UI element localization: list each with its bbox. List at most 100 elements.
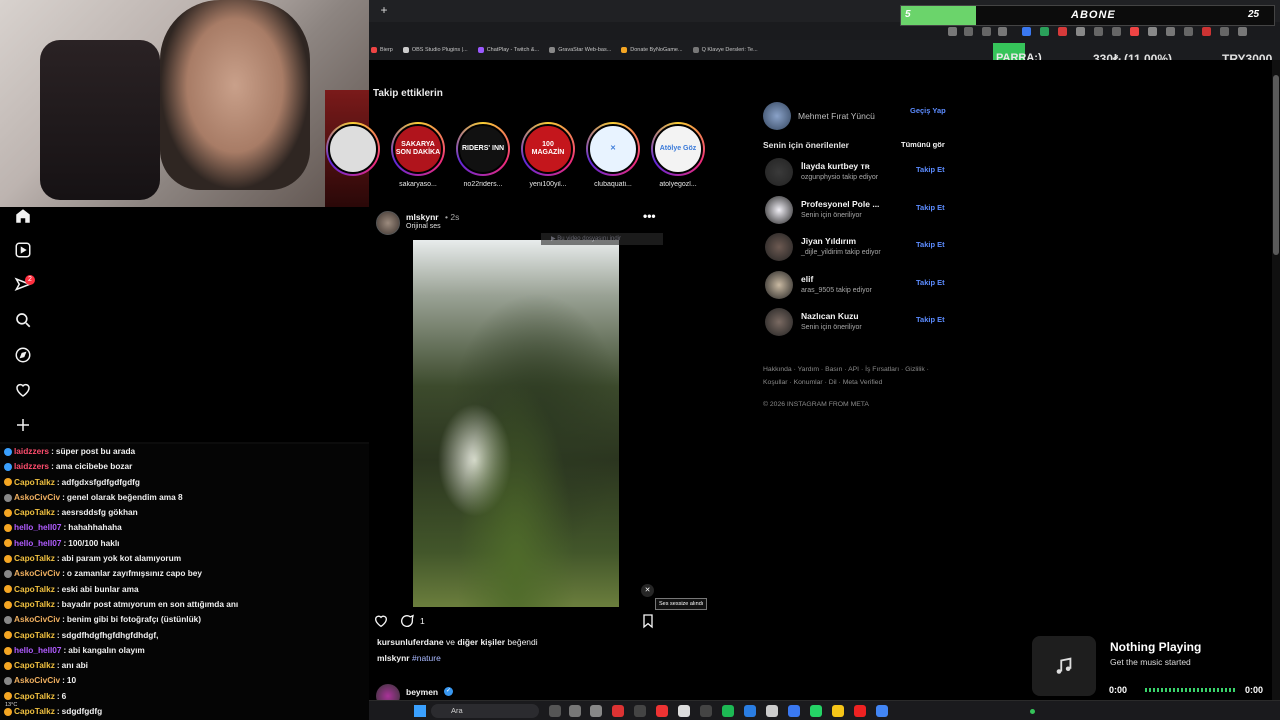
chat-username[interactable]: CapoTalkz bbox=[14, 597, 55, 612]
story-item[interactable] bbox=[323, 122, 383, 181]
chat-username[interactable]: CapoTalkz bbox=[14, 658, 55, 673]
caption-username[interactable]: mlskynr bbox=[377, 653, 410, 663]
chat-username[interactable]: hello_hell07 bbox=[14, 520, 62, 535]
app-icon[interactable] bbox=[678, 705, 690, 717]
suggestion-name[interactable]: Jiyan Yıldırım bbox=[801, 236, 856, 246]
windows-start-icon[interactable] bbox=[414, 705, 426, 717]
chat-username[interactable]: CapoTalkz bbox=[14, 582, 55, 597]
comment-icon[interactable] bbox=[399, 613, 415, 629]
chat-username[interactable]: CapoTalkz bbox=[14, 475, 55, 490]
post-avatar[interactable] bbox=[376, 211, 400, 235]
extension-icon[interactable] bbox=[1130, 27, 1139, 36]
footer-links[interactable]: Hakkında · Yardım · Basın · API · İş Fır… bbox=[763, 364, 943, 389]
extension-icon[interactable] bbox=[1040, 27, 1049, 36]
spotify-icon[interactable] bbox=[722, 705, 734, 717]
next-post-username[interactable]: beymen bbox=[406, 687, 438, 697]
bookmark-item[interactable]: OBS Studio Plugins |... bbox=[402, 47, 468, 53]
bookmark-item[interactable]: Q Klavye Dersleri: Te... bbox=[692, 47, 758, 53]
bookmark-item[interactable]: ChatPlay - Twitch &... bbox=[477, 47, 539, 53]
file-icon[interactable] bbox=[569, 705, 581, 717]
puzzle-icon[interactable] bbox=[1184, 27, 1193, 36]
profile-icon[interactable] bbox=[1202, 27, 1211, 36]
caption-hashtag[interactable]: #nature bbox=[412, 653, 441, 663]
app-icon[interactable] bbox=[656, 705, 668, 717]
chrome-icon[interactable] bbox=[876, 705, 888, 717]
chat-username[interactable]: AskoCivCiv bbox=[14, 490, 60, 505]
suggestion-name[interactable]: elif bbox=[801, 274, 813, 284]
see-all-link[interactable]: Tümünü gör bbox=[901, 140, 945, 149]
suggestion-name[interactable]: İlayda kurtbey ᴛʀ bbox=[801, 161, 870, 171]
switch-account-link[interactable]: Geçiş Yap bbox=[910, 106, 946, 115]
suggestion-avatar[interactable] bbox=[765, 270, 793, 299]
zoom-icon[interactable] bbox=[964, 27, 973, 36]
story-item[interactable]: ✕ clubaquati... bbox=[583, 122, 643, 188]
app-icon[interactable] bbox=[788, 705, 800, 717]
heart-icon[interactable] bbox=[14, 381, 32, 399]
home-icon[interactable] bbox=[14, 207, 32, 225]
download-video-banner[interactable]: ▶ Bu video dosyasını indir bbox=[541, 233, 663, 245]
suggestion-avatar[interactable] bbox=[765, 233, 793, 261]
extension-icon[interactable] bbox=[1094, 27, 1103, 36]
chat-username[interactable]: hello_hell07 bbox=[14, 536, 62, 551]
scrollbar-thumb[interactable] bbox=[1273, 75, 1279, 255]
story-item[interactable]: RIDERS' INN no22riders... bbox=[453, 122, 513, 188]
extension-icon[interactable] bbox=[1076, 27, 1085, 36]
new-tab-button[interactable]: + bbox=[377, 3, 391, 17]
post-audio[interactable]: Orijinal ses bbox=[406, 223, 441, 230]
bookmark-item[interactable]: GravaStar Web-bas... bbox=[549, 47, 611, 53]
bookmark-icon[interactable] bbox=[640, 613, 656, 629]
reels-icon[interactable] bbox=[14, 241, 32, 259]
chat-username[interactable]: AskoCivCiv bbox=[14, 566, 60, 581]
screen-cast-icon[interactable] bbox=[948, 27, 957, 36]
explore-icon[interactable] bbox=[14, 346, 32, 364]
chat-username[interactable]: hello_hell07 bbox=[14, 643, 62, 658]
chat-username[interactable]: CapoTalkz bbox=[14, 689, 55, 704]
self-avatar[interactable] bbox=[763, 102, 791, 130]
liked-by-others[interactable]: diğer kişiler bbox=[457, 637, 505, 647]
chat-username[interactable]: CapoTalkz bbox=[14, 704, 55, 719]
chat-username[interactable]: CapoTalkz bbox=[14, 505, 55, 520]
search-icon[interactable] bbox=[14, 311, 32, 329]
follow-button[interactable]: Takip Et bbox=[916, 165, 945, 174]
app-icon[interactable] bbox=[634, 705, 646, 717]
story-item[interactable]: 100 MAGAZİN yeni100yil... bbox=[518, 122, 578, 188]
app-icon[interactable] bbox=[766, 705, 778, 717]
pdf-extension-icon[interactable] bbox=[1058, 27, 1067, 36]
story-item[interactable]: SAKARYA SON DAKİKA sakaryaso... bbox=[388, 122, 448, 188]
extension-icon[interactable] bbox=[1166, 27, 1175, 36]
task-view-icon[interactable] bbox=[549, 705, 561, 717]
story-item[interactable]: Atölye Göz atolyegozl... bbox=[648, 122, 708, 188]
extension-icon[interactable] bbox=[1148, 27, 1157, 36]
star-icon[interactable] bbox=[998, 27, 1007, 36]
follow-button[interactable]: Takip Et bbox=[916, 240, 945, 249]
more-options-icon[interactable]: ••• bbox=[643, 209, 656, 223]
bookmark-item[interactable]: Bierp bbox=[371, 47, 393, 53]
chat-username[interactable]: AskoCivCiv bbox=[14, 673, 60, 688]
suggestion-avatar[interactable] bbox=[765, 195, 793, 224]
extension-icon[interactable] bbox=[1112, 27, 1121, 36]
extension-icon[interactable] bbox=[1022, 27, 1031, 36]
chat-username[interactable]: laidzzers bbox=[14, 444, 49, 459]
like-icon[interactable] bbox=[373, 613, 389, 629]
weather-widget[interactable]: 13°C bbox=[5, 702, 17, 708]
app-icon[interactable] bbox=[590, 705, 602, 717]
app-icon[interactable] bbox=[700, 705, 712, 717]
app-icon[interactable] bbox=[744, 705, 756, 717]
follow-button[interactable]: Takip Et bbox=[916, 315, 945, 324]
follow-button[interactable]: Takip Et bbox=[916, 203, 945, 212]
follow-button[interactable]: Takip Et bbox=[916, 278, 945, 287]
folder-icon[interactable] bbox=[832, 705, 844, 717]
downloads-icon[interactable] bbox=[1220, 27, 1229, 36]
taskbar-search[interactable]: Ara bbox=[431, 704, 539, 718]
post-username[interactable]: mlskynr bbox=[406, 212, 439, 222]
suggestion-avatar[interactable] bbox=[765, 308, 793, 336]
mute-icon[interactable]: ✕ bbox=[641, 584, 654, 597]
post-media[interactable]: ▶ Bu video dosyasını indir ✕ bbox=[373, 233, 663, 607]
opera-icon[interactable] bbox=[854, 705, 866, 717]
forest-video[interactable] bbox=[413, 240, 619, 607]
password-icon[interactable] bbox=[982, 27, 991, 36]
liked-by-user[interactable]: kursunluferdane bbox=[377, 637, 444, 647]
chat-username[interactable]: CapoTalkz bbox=[14, 628, 55, 643]
suggestion-name[interactable]: Nazlıcan Kuzu bbox=[801, 311, 859, 321]
suggestion-name[interactable]: Profesyonel Pole ... bbox=[801, 199, 879, 209]
